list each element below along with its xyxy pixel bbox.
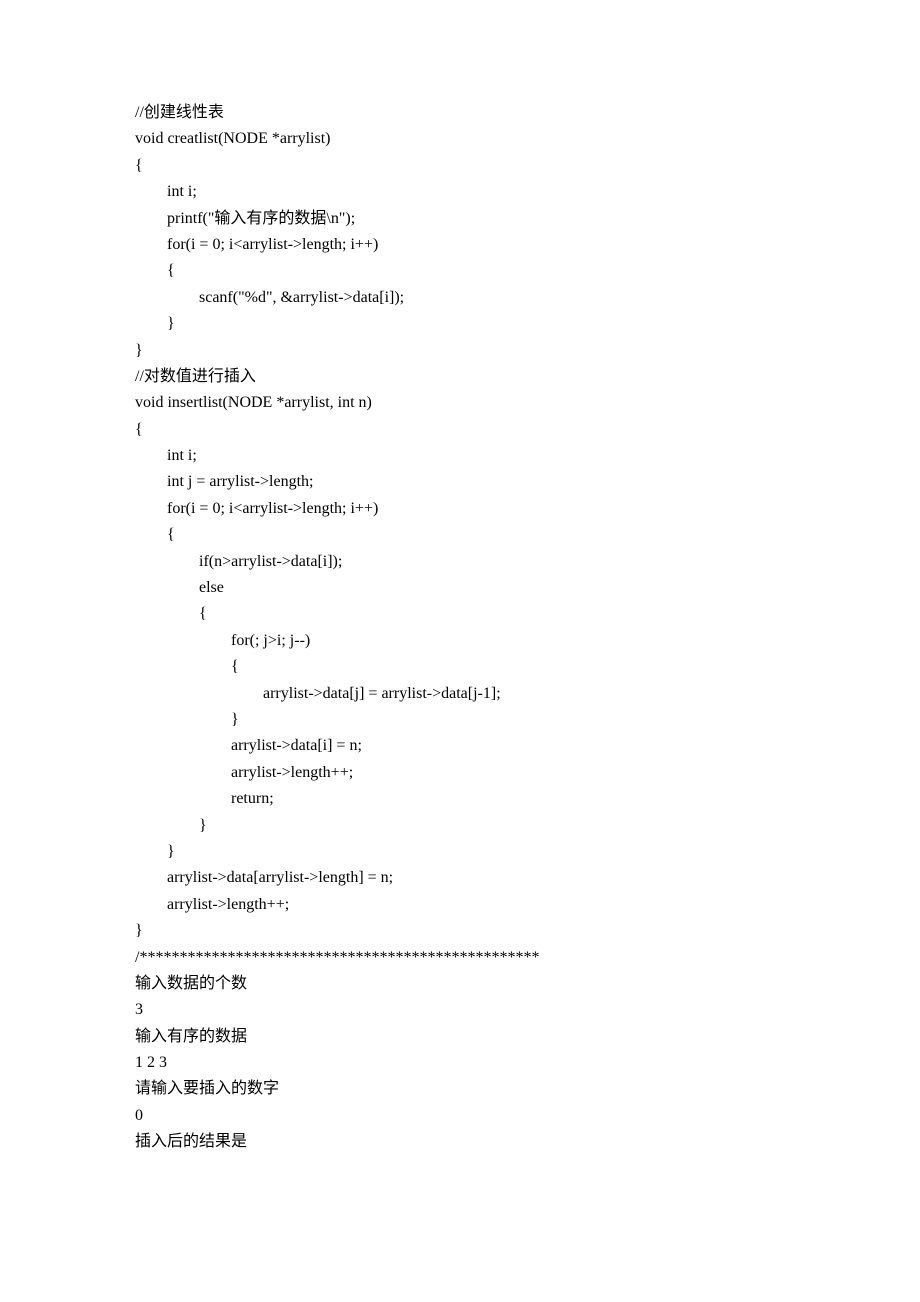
code-line: //对数值进行插入 [135,364,785,390]
code-line: 请输入要插入的数字 [135,1076,785,1102]
code-line: 插入后的结果是 [135,1129,785,1155]
code-line: arrylist->length++; [135,892,785,918]
code-line: } [135,839,785,865]
code-line: int i; [135,443,785,469]
code-line: scanf("%d", &arrylist->data[i]); [135,285,785,311]
code-line: printf("输入有序的数据\n"); [135,206,785,232]
code-line: //创建线性表 [135,100,785,126]
code-line: arrylist->data[arrylist->length] = n; [135,865,785,891]
code-line: { [135,522,785,548]
code-line: } [135,338,785,364]
code-line: { [135,654,785,680]
code-line: } [135,311,785,337]
code-line: return; [135,786,785,812]
code-line: 输入有序的数据 [135,1024,785,1050]
code-line: } [135,918,785,944]
code-line: /***************************************… [135,945,785,971]
code-line: arrylist->data[i] = n; [135,733,785,759]
document-page: //创建线性表 void creatlist(NODE *arrylist) {… [0,0,920,1302]
code-line: } [135,813,785,839]
code-line: void insertlist(NODE *arrylist, int n) [135,390,785,416]
code-line: if(n>arrylist->data[i]); [135,549,785,575]
code-line: for(i = 0; i<arrylist->length; i++) [135,496,785,522]
code-line: { [135,258,785,284]
code-line: int j = arrylist->length; [135,469,785,495]
code-line: { [135,601,785,627]
code-line: 0 [135,1103,785,1129]
code-line: void creatlist(NODE *arrylist) [135,126,785,152]
code-line: { [135,417,785,443]
code-line: } [135,707,785,733]
code-line: arrylist->length++; [135,760,785,786]
code-line: else [135,575,785,601]
code-line: arrylist->data[j] = arrylist->data[j-1]; [135,681,785,707]
code-line: { [135,153,785,179]
code-line: for(i = 0; i<arrylist->length; i++) [135,232,785,258]
code-line: 3 [135,997,785,1023]
code-line: 输入数据的个数 [135,971,785,997]
code-line: int i; [135,179,785,205]
code-line: for(; j>i; j--) [135,628,785,654]
code-line: 1 2 3 [135,1050,785,1076]
